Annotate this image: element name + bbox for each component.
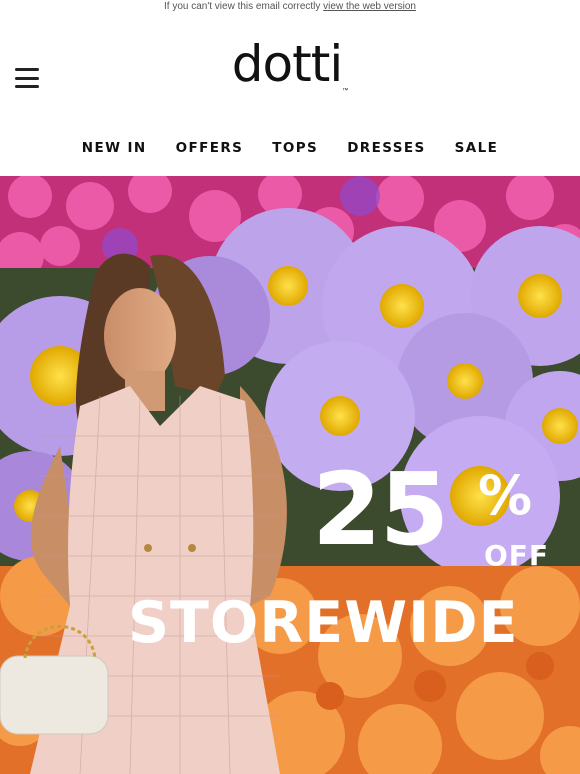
logo[interactable]: dotti™	[0, 34, 580, 94]
nav-tops[interactable]: TOPS	[272, 138, 318, 158]
hero-banner[interactable]: 25 % OFF STOREWIDE	[0, 176, 580, 774]
storewide-headline: STOREWIDE	[128, 590, 519, 656]
discount-off-label: OFF	[484, 539, 550, 572]
logo-text: dotti	[231, 35, 343, 93]
nav-offers[interactable]: OFFERS	[176, 138, 244, 158]
discount-percent-sign: %	[478, 464, 533, 527]
nav-new-in[interactable]: NEW IN	[82, 138, 147, 158]
logo-trademark: ™	[342, 88, 349, 94]
preheader: If you can't view this email correctly v…	[0, 0, 580, 14]
view-web-version-link[interactable]: view the web version	[323, 1, 416, 12]
nav-sale[interactable]: SALE	[455, 138, 499, 158]
discount-number: 25	[312, 451, 449, 568]
nav-dresses[interactable]: DRESSES	[347, 138, 425, 158]
header: dotti™	[0, 14, 580, 124]
preheader-text: If you can't view this email correctly	[163, 1, 321, 12]
main-nav: NEW IN OFFERS TOPS DRESSES SALE	[0, 138, 580, 158]
